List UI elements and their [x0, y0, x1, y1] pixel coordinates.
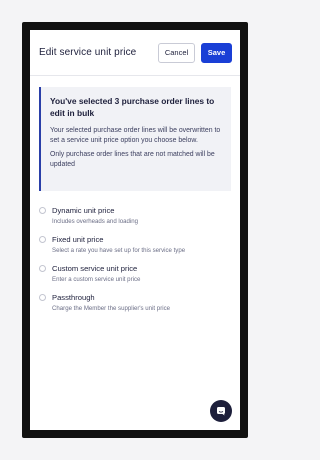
chat-icon — [217, 407, 225, 416]
option-passthrough[interactable]: Passthrough Charge the Member the suppli… — [39, 293, 240, 322]
option-label: Custom service unit price — [52, 264, 138, 273]
header-actions: Cancel Save — [158, 42, 232, 63]
device-frame: Edit service unit price Cancel Save You'… — [22, 22, 248, 438]
option-fixed-unit-price[interactable]: Fixed unit price Select a rate you have … — [39, 235, 240, 264]
option-text: Fixed unit price Select a rate you have … — [52, 235, 185, 255]
modal-header: Edit service unit price Cancel Save — [30, 30, 240, 76]
option-custom-service-unit-price[interactable]: Custom service unit price Enter a custom… — [39, 264, 240, 293]
option-text: Passthrough Charge the Member the suppli… — [52, 293, 170, 313]
radio-button[interactable] — [39, 294, 46, 301]
option-description: Charge the Member the supplier's unit pr… — [52, 305, 171, 312]
price-option-list: Dynamic unit price Includes overheads an… — [30, 206, 240, 322]
option-label: Passthrough — [52, 293, 95, 302]
radio-button[interactable] — [39, 236, 46, 243]
radio-button[interactable] — [39, 207, 46, 214]
option-text: Dynamic unit price Includes overheads an… — [52, 206, 138, 226]
bulk-edit-notice: You've selected 3 purchase order lines t… — [39, 87, 231, 191]
notice-body: Your selected purchase order lines will … — [50, 127, 221, 144]
option-text: Custom service unit price Enter a custom… — [52, 264, 140, 284]
notice-note: Only purchase order lines that are not m… — [50, 151, 215, 168]
option-label: Fixed unit price — [52, 235, 104, 244]
option-label: Dynamic unit price — [52, 206, 115, 215]
option-description: Enter a custom service unit price — [52, 276, 141, 283]
option-dynamic-unit-price[interactable]: Dynamic unit price Includes overheads an… — [39, 206, 240, 235]
option-description: Select a rate you have set up for this s… — [52, 247, 186, 254]
option-description: Includes overheads and loading — [52, 218, 139, 225]
notice-title: You've selected 3 purchase order lines t… — [50, 96, 215, 118]
modal-screen: Edit service unit price Cancel Save You'… — [30, 30, 240, 430]
chat-button[interactable] — [210, 400, 232, 422]
cancel-button[interactable]: Cancel — [158, 42, 195, 63]
save-button[interactable]: Save — [201, 42, 232, 63]
radio-button[interactable] — [39, 265, 46, 272]
page-title: Edit service unit price — [39, 47, 137, 58]
